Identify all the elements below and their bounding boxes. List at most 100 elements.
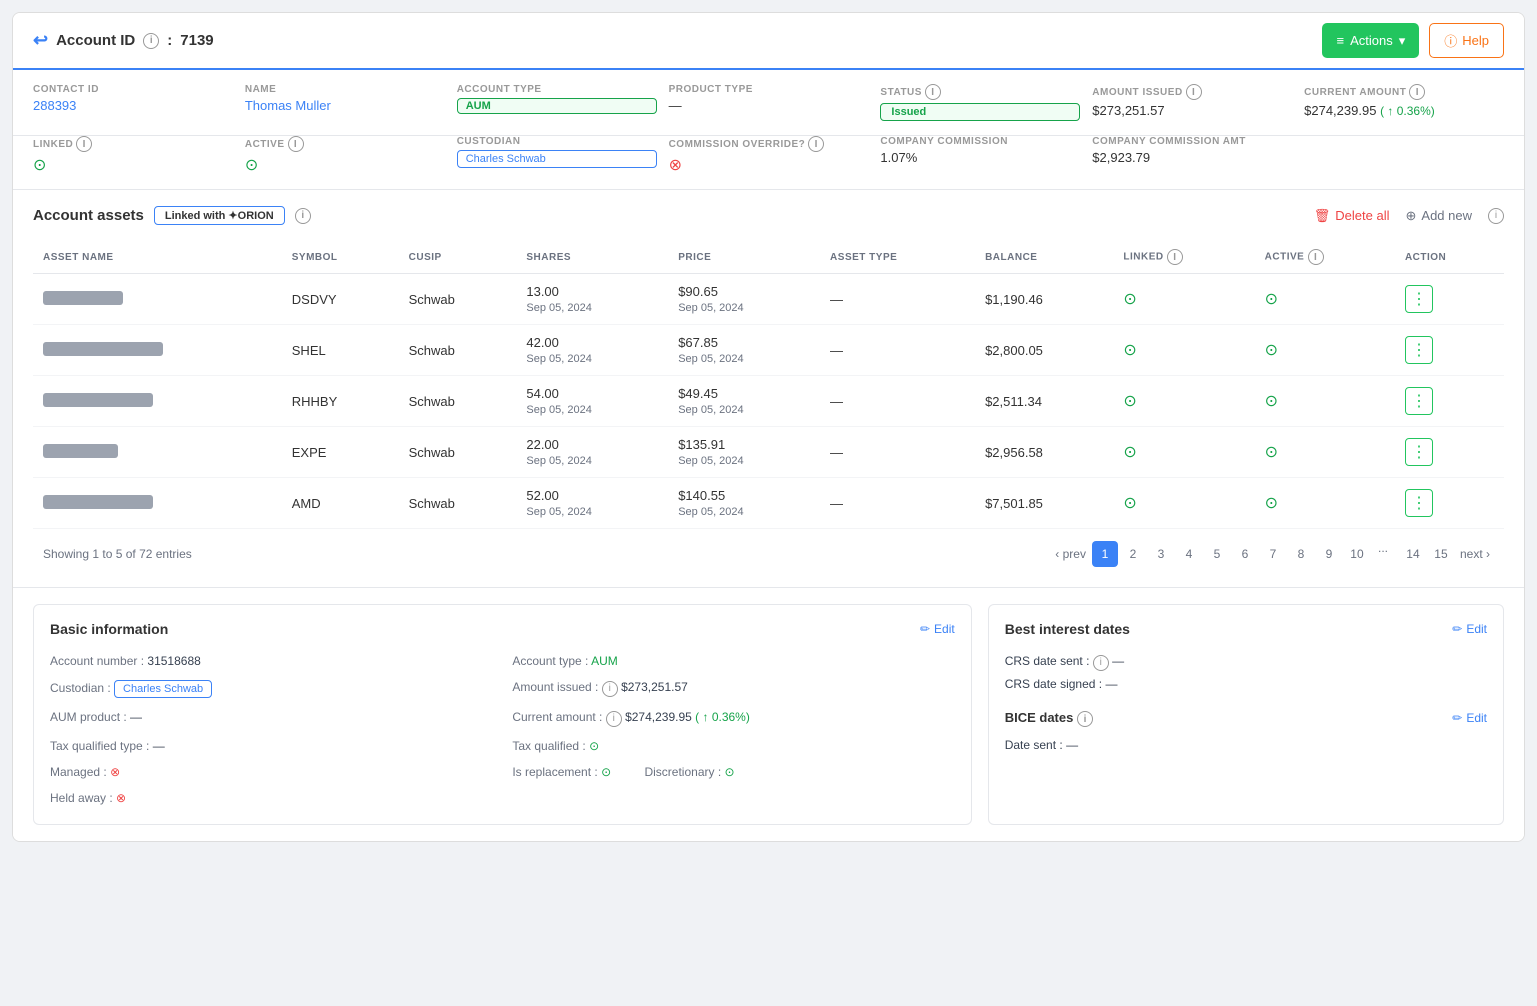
col-balance: BALANCE — [975, 241, 1113, 274]
cusip-cell: Schwab — [399, 427, 517, 478]
row-action-button[interactable]: ⋮ — [1405, 387, 1433, 415]
active-cell: ⊙ — [1255, 274, 1395, 325]
prev-page-button[interactable]: ‹ prev — [1051, 547, 1090, 561]
asset-name-cell — [33, 427, 282, 478]
is-replacement-value: ⊙ — [601, 765, 611, 779]
asset-name-placeholder — [43, 291, 123, 305]
status-info-icon[interactable]: i — [925, 84, 941, 100]
col-shares: SHARES — [516, 241, 668, 274]
current-amount-change-bottom: ( ↑ 0.36%) — [695, 710, 750, 724]
company-commission-field: COMPANY COMMISSION 1.07% — [880, 136, 1080, 175]
asset-type-cell: — — [820, 478, 975, 529]
linked-cell: ⊙ — [1113, 478, 1254, 529]
page-1-button[interactable]: 1 — [1092, 541, 1118, 567]
balance-cell: $1,190.46 — [975, 274, 1113, 325]
assets-title: Account assets Linked with ✦ORION i — [33, 206, 311, 225]
basic-info-edit-button[interactable]: ✏ Edit — [920, 622, 955, 636]
bottom-panels: Basic information ✏ Edit Account number … — [13, 588, 1524, 841]
active-col-info-icon[interactable]: i — [1308, 249, 1324, 265]
amount-issued-info-icon-bottom[interactable]: i — [602, 681, 618, 697]
col-cusip: CUSIP — [399, 241, 517, 274]
amount-issued-field: AMOUNT ISSUED i $273,251.57 — [1092, 84, 1292, 121]
page-14-button[interactable]: 14 — [1400, 541, 1426, 567]
header-actions: ≡ Actions ▾ ⓘ Help — [1322, 23, 1504, 58]
assets-info-icon[interactable]: i — [295, 208, 311, 224]
page-10-button[interactable]: 10 — [1344, 541, 1370, 567]
contact-id-value[interactable]: 288393 — [33, 98, 233, 113]
amount-issued-info-icon[interactable]: i — [1186, 84, 1202, 100]
company-commission-label: COMPANY COMMISSION — [880, 136, 1080, 147]
account-type-label: ACCOUNT TYPE — [457, 84, 657, 95]
asset-name-placeholder — [43, 495, 153, 509]
linked-cell: ⊙ — [1113, 427, 1254, 478]
linked-col-info-icon[interactable]: i — [1167, 249, 1183, 265]
managed-label: Managed : — [50, 765, 107, 779]
back-arrow-icon[interactable]: ↩ — [33, 30, 48, 51]
name-value[interactable]: Thomas Muller — [245, 98, 445, 113]
price-cell: $90.65Sep 05, 2024 — [668, 274, 820, 325]
add-new-button[interactable]: ⊕ Add new — [1406, 208, 1473, 224]
account-number-row: Account number : 31518688 — [50, 651, 492, 671]
linked-info-icon[interactable]: i — [76, 136, 92, 152]
page-8-button[interactable]: 8 — [1288, 541, 1314, 567]
shares-cell: 54.00Sep 05, 2024 — [516, 376, 668, 427]
current-amount-info-icon-bottom[interactable]: i — [606, 711, 622, 727]
page-6-button[interactable]: 6 — [1232, 541, 1258, 567]
row-action-button[interactable]: ⋮ — [1405, 336, 1433, 364]
price-cell: $49.45Sep 05, 2024 — [668, 376, 820, 427]
row-action-button[interactable]: ⋮ — [1405, 489, 1433, 517]
product-type-label: PRODUCT TYPE — [669, 84, 869, 95]
page-15-button[interactable]: 15 — [1428, 541, 1454, 567]
commission-override-label: COMMISSION OVERRIDE? i — [669, 136, 869, 152]
pagination-row: Showing 1 to 5 of 72 entries ‹ prev 1 2 … — [33, 529, 1504, 571]
account-info-row2: LINKED i ⊙ ACTIVE i ⊙ CUSTODIAN Charles … — [13, 136, 1524, 190]
current-amount-info-icon[interactable]: i — [1409, 84, 1425, 100]
price-cell: $135.91Sep 05, 2024 — [668, 427, 820, 478]
page-4-button[interactable]: 4 — [1176, 541, 1202, 567]
symbol-cell: SHEL — [282, 325, 399, 376]
page-2-button[interactable]: 2 — [1120, 541, 1146, 567]
current-amount-change: ( ↑ 0.36%) — [1380, 104, 1435, 118]
page-5-button[interactable]: 5 — [1204, 541, 1230, 567]
add-new-info-icon[interactable]: i — [1488, 208, 1504, 224]
bice-dates-info-icon[interactable]: i — [1077, 711, 1093, 727]
asset-name-placeholder — [43, 342, 163, 356]
page-3-button[interactable]: 3 — [1148, 541, 1174, 567]
best-interest-edit-button[interactable]: ✏ Edit — [1452, 622, 1487, 636]
bice-dates-header: BICE dates i ✏ Edit — [1005, 710, 1487, 728]
linked-cell: ⊙ — [1113, 325, 1254, 376]
help-button[interactable]: ⓘ Help — [1429, 23, 1504, 58]
commission-override-info-icon[interactable]: i — [808, 136, 824, 152]
page-9-button[interactable]: 9 — [1316, 541, 1342, 567]
tax-qualified-row: Tax qualified : ⊙ — [512, 736, 954, 756]
product-type-value: — — [669, 98, 869, 113]
row-action-button[interactable]: ⋮ — [1405, 438, 1433, 466]
shares-cell: 42.00Sep 05, 2024 — [516, 325, 668, 376]
active-info-icon[interactable]: i — [288, 136, 304, 152]
managed-row: Managed : ⊗ — [50, 762, 492, 782]
action-cell: ⋮ — [1395, 325, 1504, 376]
cusip-cell: Schwab — [399, 274, 517, 325]
asset-name-cell — [33, 325, 282, 376]
current-amount-label: CURRENT AMOUNT i — [1304, 84, 1504, 100]
pagination-controls: ‹ prev 1 2 3 4 5 6 7 8 9 10 ... 14 15 ne… — [1051, 541, 1494, 567]
crs-sent-info-icon[interactable]: i — [1093, 655, 1109, 671]
bi-dates-section: CRS date sent : i — CRS date signed : — — [1005, 651, 1487, 694]
bice-edit-button[interactable]: ✏ Edit — [1452, 711, 1487, 725]
actions-button[interactable]: ≡ Actions ▾ — [1322, 23, 1419, 58]
crs-date-sent-row: CRS date sent : i — — [1005, 651, 1487, 674]
account-id-info-icon[interactable]: i — [143, 33, 159, 49]
edit-icon-bi: ✏ — [1452, 622, 1462, 636]
is-replacement-label: Is replacement : — [512, 765, 597, 779]
col-asset-type: ASSET TYPE — [820, 241, 975, 274]
account-type-row: Account type : AUM — [512, 651, 954, 671]
col-active: ACTIVE i — [1255, 241, 1395, 274]
table-row: SHEL Schwab 42.00Sep 05, 2024 $67.85Sep … — [33, 325, 1504, 376]
page-7-button[interactable]: 7 — [1260, 541, 1286, 567]
contact-id-label: CONTACT ID — [33, 84, 233, 95]
row-action-button[interactable]: ⋮ — [1405, 285, 1433, 313]
status-badge: Issued — [880, 103, 1080, 121]
page-ellipsis: ... — [1372, 541, 1398, 567]
next-page-button[interactable]: next › — [1456, 547, 1494, 561]
delete-all-button[interactable]: 🗑 Delete all — [1314, 208, 1390, 224]
